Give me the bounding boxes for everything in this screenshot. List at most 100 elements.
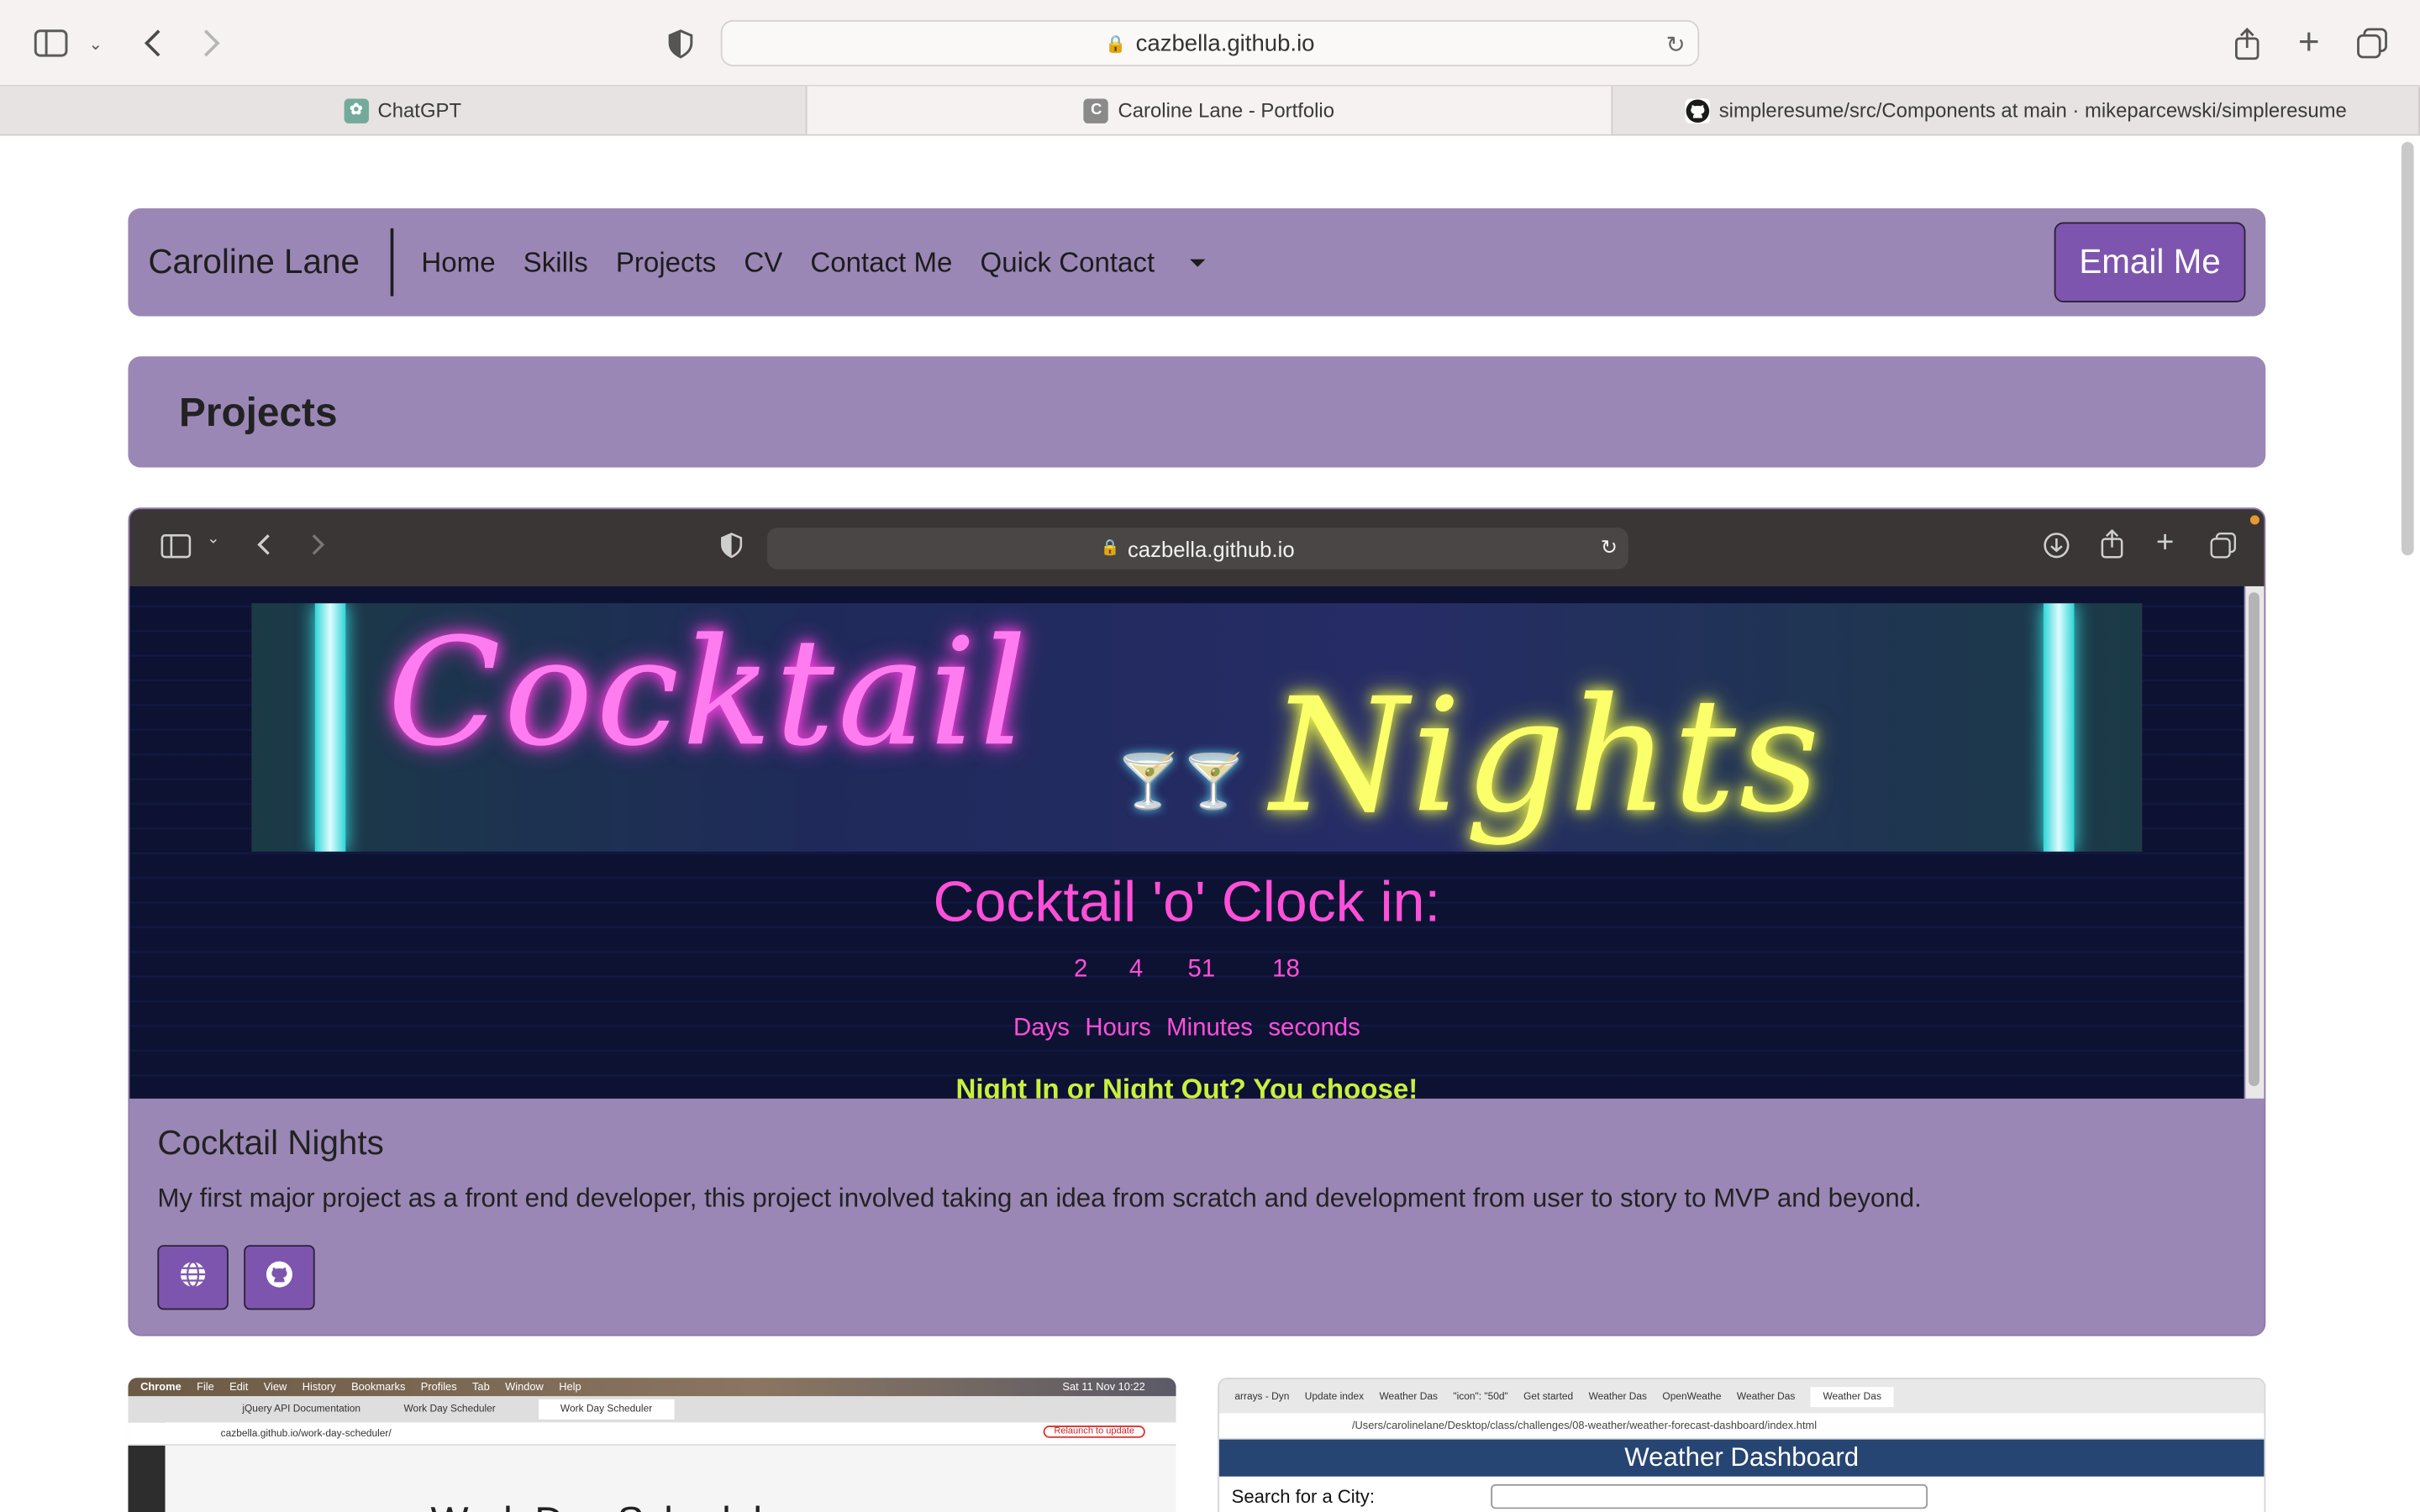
menu-item: Tab (472, 1381, 490, 1393)
back-icon (256, 533, 271, 565)
new-tab-icon[interactable]: + (2293, 22, 2324, 64)
nav-link-cv[interactable]: CV (744, 246, 782, 279)
page-scrollbar[interactable] (2401, 141, 2414, 556)
mac-menu-bar: Chrome File Edit View History Bookmarks … (128, 1378, 1176, 1397)
mini-tab: "icon": "50d" (1453, 1390, 1508, 1402)
share-icon[interactable] (2232, 24, 2263, 61)
menu-item: Chrome (140, 1381, 182, 1393)
live-site-button[interactable] (157, 1245, 229, 1310)
project-card-body: Cocktail Nights My first major project a… (129, 1099, 2264, 1335)
section-title: Projects (179, 387, 338, 435)
mini-tab: Get started (1523, 1390, 1574, 1402)
mini-tab: Weather Das (1736, 1390, 1796, 1402)
reload-icon: ↻ (1600, 535, 1618, 559)
work-day-scheduler-preview[interactable]: Chrome File Edit View History Bookmarks … (128, 1378, 1176, 1512)
tab-portfolio[interactable]: C Caroline Lane - Portfolio (806, 86, 1613, 134)
weather-search-row: Search for a City: (1219, 1477, 2264, 1509)
banner-word-cocktail: Cocktail (387, 606, 1030, 780)
countdown-values: 2 4 51 18 (129, 957, 2244, 984)
chevron-down-icon[interactable]: ⌄ (85, 31, 107, 55)
mini-address-bar: cazbella.github.io/work-day-scheduler/ R… (128, 1422, 1176, 1446)
privacy-shield-icon[interactable] (666, 26, 697, 60)
screenshot-scrollbar (2245, 585, 2265, 1099)
inner-address-bar: 🔒 cazbella.github.io ↻ (766, 528, 1628, 570)
mini-heading: Work Day Scheduler (430, 1498, 797, 1512)
banner-word-nights: Nights (1270, 664, 1823, 849)
countdown-title: Cocktail 'o' Clock in: (933, 869, 1441, 934)
countdown-days: 2 (1073, 956, 1088, 983)
project-description: My first major project as a front end de… (157, 1183, 1922, 1213)
countdown-label-days: Days (1013, 1015, 1070, 1042)
c-letter-icon: C (1084, 97, 1109, 123)
reload-icon[interactable]: ↻ (1666, 31, 1686, 59)
mini-tab: Weather Das (1810, 1386, 1894, 1407)
countdown-labels: Days Hours Minutes seconds (129, 1016, 2244, 1043)
mini-tab-bar: arrays - Dyn Update index Weather Das "i… (1218, 1379, 2265, 1414)
menu-item: File (197, 1381, 214, 1393)
menu-item: History (302, 1381, 336, 1393)
menu-item: Help (559, 1381, 581, 1393)
github-repo-button[interactable] (244, 1245, 315, 1310)
mini-tab: Work Day Scheduler (403, 1404, 496, 1415)
tab-overview-icon[interactable] (2355, 26, 2389, 60)
site-brand[interactable]: Caroline Lane (148, 228, 394, 297)
city-search-input (1491, 1483, 1928, 1509)
chevron-down-icon: ⌄ (207, 530, 220, 549)
countdown-minutes: 51 (1187, 956, 1216, 983)
address-bar[interactable]: 🔒 cazbella.github.io ↻ (720, 19, 1700, 66)
cocktail-glasses-icon: 🍸🍸 (1115, 753, 1247, 812)
mini-tab: Update index (1304, 1390, 1365, 1402)
back-icon[interactable] (139, 24, 166, 61)
mini-url: /Users/carolinelane/Desktop/class/challe… (1351, 1420, 1818, 1431)
scrollbar-thumb (2249, 592, 2260, 1087)
page-content: Caroline Lane Home Skills Projects CV Co… (0, 135, 2420, 1512)
github-icon (266, 1260, 293, 1295)
mini-tab: arrays - Dyn (1234, 1390, 1290, 1402)
quick-contact-dropdown[interactable]: Quick Contact (981, 246, 1206, 279)
neon-tube-right (2043, 603, 2075, 852)
site-navbar: Caroline Lane Home Skills Projects CV Co… (128, 207, 2266, 317)
forward-icon (310, 533, 325, 565)
weather-dashboard-preview[interactable]: arrays - Dyn Update index Weather Das "i… (1218, 1378, 2266, 1512)
sidebar-toggle-icon (160, 533, 192, 566)
mini-tab-bar: jQuery API Documentation Work Day Schedu… (128, 1396, 1176, 1423)
chatgpt-icon: ✿ (344, 97, 369, 123)
lock-icon: 🔒 (1100, 539, 1120, 558)
menu-item: Bookmarks (351, 1381, 406, 1393)
neon-tube-left (314, 603, 346, 852)
dropdown-label: Quick Contact (980, 245, 1155, 277)
inner-url: cazbella.github.io (1127, 536, 1295, 561)
github-icon (1685, 97, 1710, 123)
tab-github[interactable]: simpleresume/src/Components at main · mi… (1613, 86, 2420, 134)
search-label: Search for a City: (1231, 1485, 1375, 1508)
share-icon (2101, 528, 2124, 566)
menu-clock: Sat 11 Nov 10:22 (1062, 1381, 1145, 1393)
tab-label: simpleresume/src/Components at main · mi… (1718, 98, 2347, 123)
countdown-label-hours: Hours (1085, 1015, 1151, 1042)
tab-chatgpt[interactable]: ✿ ChatGPT (0, 86, 807, 134)
nav-links: Home Skills Projects CV Contact Me Quick… (421, 246, 1233, 279)
menu-item: Window (505, 1381, 544, 1393)
nav-link-projects[interactable]: Projects (616, 246, 716, 279)
countdown-seconds: 18 (1272, 956, 1300, 983)
sidebar-toggle-icon[interactable] (34, 28, 68, 59)
globe-icon (179, 1260, 207, 1295)
mini-tab: jQuery API Documentation (242, 1404, 361, 1415)
address-url: cazbella.github.io (1135, 29, 1315, 57)
project-card: ⌄ 🔒 cazbella.github.io ↻ + Cocktail 🍸🍸 N… (128, 507, 2266, 1336)
menu-item: Profiles (420, 1381, 457, 1393)
forward-icon[interactable] (197, 24, 225, 61)
caret-down-icon (1190, 260, 1206, 268)
cocktail-nights-screenshot: Cocktail 🍸🍸 Nights Cocktail 'o' Clock in… (129, 585, 2244, 1099)
browser-window: ⌄ 🔒 cazbella.github.io ↻ + ✿ ChatGPT C C… (0, 0, 2420, 1512)
tab-label: Caroline Lane - Portfolio (1118, 98, 1335, 123)
nav-link-home[interactable]: Home (421, 246, 495, 279)
tagline: Night In or Night Out? You choose! (955, 1074, 1418, 1099)
countdown-label-seconds: seconds (1268, 1015, 1360, 1042)
nav-link-contact[interactable]: Contact Me (810, 246, 952, 279)
mini-url: cazbella.github.io/work-day-scheduler/ (220, 1427, 392, 1439)
email-me-button[interactable]: Email Me (2054, 222, 2246, 302)
nav-link-skills[interactable]: Skills (523, 246, 588, 279)
mini-tab: Work Day Scheduler (539, 1399, 674, 1420)
lock-icon: 🔒 (1105, 34, 1127, 54)
